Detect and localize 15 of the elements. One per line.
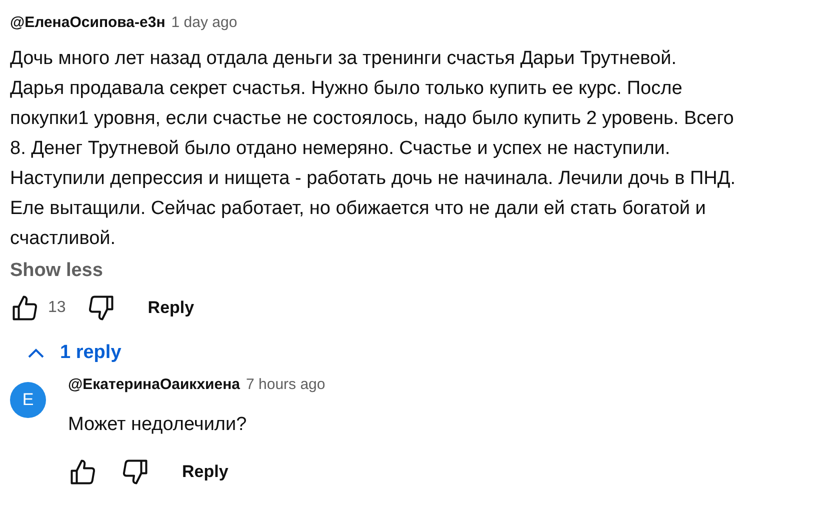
like-icon[interactable] <box>10 293 40 323</box>
avatar[interactable]: E <box>10 382 46 418</box>
author-name[interactable]: @ЕкатеринаОаикхиена <box>68 376 240 393</box>
comment-text: Дочь много лет назад отдала деньги за тренинги счастья Дарьи Трутневой. Дарья продавала секрет счастья. Нужно было только купить ее курс. После покупки1 уровня, если счастье не состоялось, надо было купить 2 уровень. Всего 8. Денег Трутневой было отдано немеряно. Счастье и успех не наступили. Наступили депрессия и нищета - работать дочь не начинала. Лечили дочь в ПНД. Еле вытащили. Сейчас работает, но обижается что не дали ей стать богатой и счастливой. <box>10 47 736 251</box>
comment-time: 7 hours ago <box>246 376 326 393</box>
author-name[interactable]: @ЕленаОсипова-е3н <box>10 14 166 31</box>
dislike-icon[interactable] <box>120 457 150 487</box>
show-less-link[interactable]: Show less <box>10 260 103 282</box>
reply-button[interactable]: Reply <box>170 456 240 488</box>
replies-toggle[interactable]: 1 reply <box>18 336 130 370</box>
reply-text: Может недолечили? <box>68 414 248 436</box>
like-icon[interactable] <box>68 457 98 487</box>
reply-button[interactable]: Reply <box>136 292 206 324</box>
like-count: 13 <box>48 299 66 317</box>
comment-time: 1 day ago <box>171 14 238 31</box>
